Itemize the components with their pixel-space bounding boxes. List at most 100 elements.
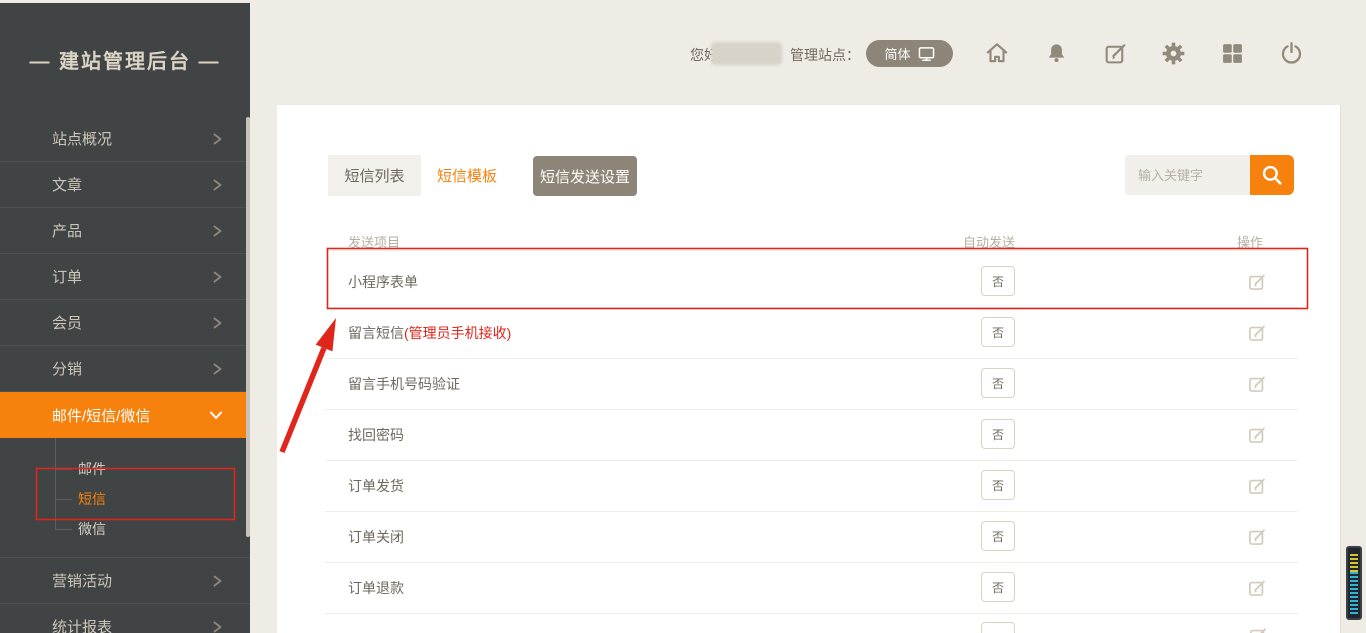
submenu-item-label: 短信	[78, 491, 106, 507]
sidebar-menu: 站点概况 文章 产品 订单 会员 分销	[0, 116, 250, 633]
settings-button[interactable]	[1160, 40, 1186, 66]
search-button[interactable]	[1250, 155, 1294, 195]
auto-send-toggle-button[interactable]: 否	[981, 572, 1015, 602]
edit-row-button[interactable]	[1247, 476, 1267, 496]
sidebar-title: — 建站管理后台 —	[0, 3, 250, 74]
column-header-action: 操作	[1237, 232, 1263, 251]
chevron-right-icon	[210, 132, 224, 146]
auto-send-toggle-button[interactable]: 否	[981, 368, 1015, 398]
tab-label: 短信模板	[437, 165, 497, 186]
row-name: 留言短信(管理员手机接收)	[348, 323, 511, 343]
edit-icon	[1247, 527, 1267, 547]
compose-button[interactable]	[1102, 40, 1128, 66]
content-panel: 短信列表 短信模板 短信发送设置 发送项目 自动发送 操作 小程序表单 否	[277, 105, 1340, 633]
bell-icon	[1044, 41, 1069, 66]
monitor-icon	[918, 46, 935, 62]
sidebar-item-site-overview[interactable]: 站点概况	[0, 116, 250, 162]
row-name: 找回密码	[348, 425, 404, 445]
sidebar-item-label: 会员	[52, 312, 82, 333]
edit-row-button[interactable]	[1247, 323, 1267, 343]
sidebar: — 建站管理后台 — 站点概况 文章 产品 订单 会员	[0, 3, 250, 633]
panel-right-edge	[1340, 105, 1341, 633]
edit-row-button[interactable]	[1248, 626, 1268, 633]
sidebar-item-label: 统计报表	[52, 616, 112, 633]
edit-icon	[1247, 323, 1267, 343]
column-header-item: 发送项目	[348, 232, 400, 251]
table-header-divider	[325, 250, 1298, 251]
search-input[interactable]	[1125, 155, 1250, 195]
language-site-button[interactable]: 简体	[866, 40, 953, 67]
table-row: 小程序表单 否	[325, 256, 1298, 308]
app-window: — 建站管理后台 — 站点概况 文章 产品 订单 会员	[0, 0, 1366, 633]
sidebar-item-label: 分销	[52, 358, 82, 379]
chevron-right-icon	[210, 574, 224, 588]
meter-cyan-bars	[1350, 572, 1358, 614]
row-name: 订单退款	[348, 578, 404, 598]
apps-grid-icon	[1221, 42, 1244, 65]
chevron-right-icon	[210, 224, 224, 238]
submenu-item-label: 邮件	[78, 461, 106, 477]
tab-sms-template[interactable]: 短信模板	[421, 155, 513, 196]
edit-icon	[1247, 425, 1267, 445]
table-row: 订单发货 否	[325, 460, 1298, 512]
sidebar-item-marketing[interactable]: 营销活动	[0, 558, 250, 604]
edit-row-button[interactable]	[1247, 374, 1267, 394]
auto-send-toggle-button[interactable]	[981, 622, 1015, 633]
auto-send-toggle-button[interactable]: 否	[981, 317, 1015, 347]
notifications-button[interactable]	[1043, 40, 1069, 66]
edit-icon	[1247, 272, 1267, 292]
chevron-right-icon	[210, 178, 224, 192]
edit-icon	[1247, 476, 1267, 496]
apps-button[interactable]	[1219, 40, 1245, 66]
sidebar-submenu: 邮件 短信 微信	[0, 438, 250, 558]
submenu-item-wechat[interactable]: 微信	[0, 514, 250, 544]
submenu-item-mail[interactable]: 邮件	[0, 454, 250, 484]
edit-row-button[interactable]	[1247, 527, 1267, 547]
edit-row-button[interactable]	[1247, 578, 1267, 598]
sidebar-item-products[interactable]: 产品	[0, 208, 250, 254]
sms-send-settings-button[interactable]: 短信发送设置	[533, 156, 637, 196]
search-bar	[1125, 155, 1294, 195]
auto-send-toggle-button[interactable]: 否	[981, 419, 1015, 449]
sidebar-item-articles[interactable]: 文章	[0, 162, 250, 208]
row-name: 订单发货	[348, 476, 404, 496]
chevron-right-icon	[210, 316, 224, 330]
chevron-down-icon	[208, 408, 224, 422]
table-row: 订单退款 否	[325, 562, 1298, 614]
sidebar-item-label: 产品	[52, 220, 82, 241]
power-icon	[1279, 41, 1304, 66]
chevron-right-icon	[210, 362, 224, 376]
table-row: 留言短信(管理员手机接收) 否	[325, 307, 1298, 359]
column-header-auto-send: 自动发送	[963, 232, 1015, 251]
manage-site-label: 管理站点：	[790, 45, 860, 65]
tab-label: 短信列表	[344, 165, 404, 186]
sidebar-item-label: 邮件/短信/微信	[52, 405, 150, 426]
row-name: 小程序表单	[348, 272, 418, 292]
edit-row-button[interactable]	[1247, 272, 1267, 292]
row-name: 留言手机号码验证	[348, 374, 460, 394]
sidebar-item-statistics[interactable]: 统计报表	[0, 604, 250, 633]
edit-row-button[interactable]	[1247, 425, 1267, 445]
username-redacted	[713, 44, 780, 63]
edit-icon	[1247, 374, 1267, 394]
compose-icon	[1103, 41, 1128, 66]
submenu-item-sms[interactable]: 短信	[0, 484, 250, 514]
sidebar-item-members[interactable]: 会员	[0, 300, 250, 346]
sidebar-item-label: 站点概况	[52, 128, 112, 149]
sidebar-item-mail-sms-wechat[interactable]: 邮件/短信/微信	[0, 392, 250, 438]
submenu-item-label: 微信	[78, 521, 106, 537]
auto-send-toggle-button[interactable]: 否	[981, 470, 1015, 500]
language-label: 简体	[884, 44, 910, 63]
logout-button[interactable]	[1278, 40, 1304, 66]
auto-send-toggle-button[interactable]: 否	[981, 521, 1015, 551]
row-name-red-note: (管理员手机接收)	[404, 325, 511, 341]
sidebar-item-orders[interactable]: 订单	[0, 254, 250, 300]
sidebar-item-distribution[interactable]: 分销	[0, 346, 250, 392]
auto-send-toggle-button[interactable]: 否	[981, 266, 1015, 296]
home-button[interactable]	[984, 40, 1010, 66]
table-row: 留言手机号码验证 否	[325, 358, 1298, 410]
sidebar-item-label: 文章	[52, 174, 82, 195]
sidebar-scrollbar[interactable]	[246, 117, 250, 537]
sidebar-item-label: 订单	[52, 266, 82, 287]
tab-sms-list[interactable]: 短信列表	[328, 155, 421, 196]
